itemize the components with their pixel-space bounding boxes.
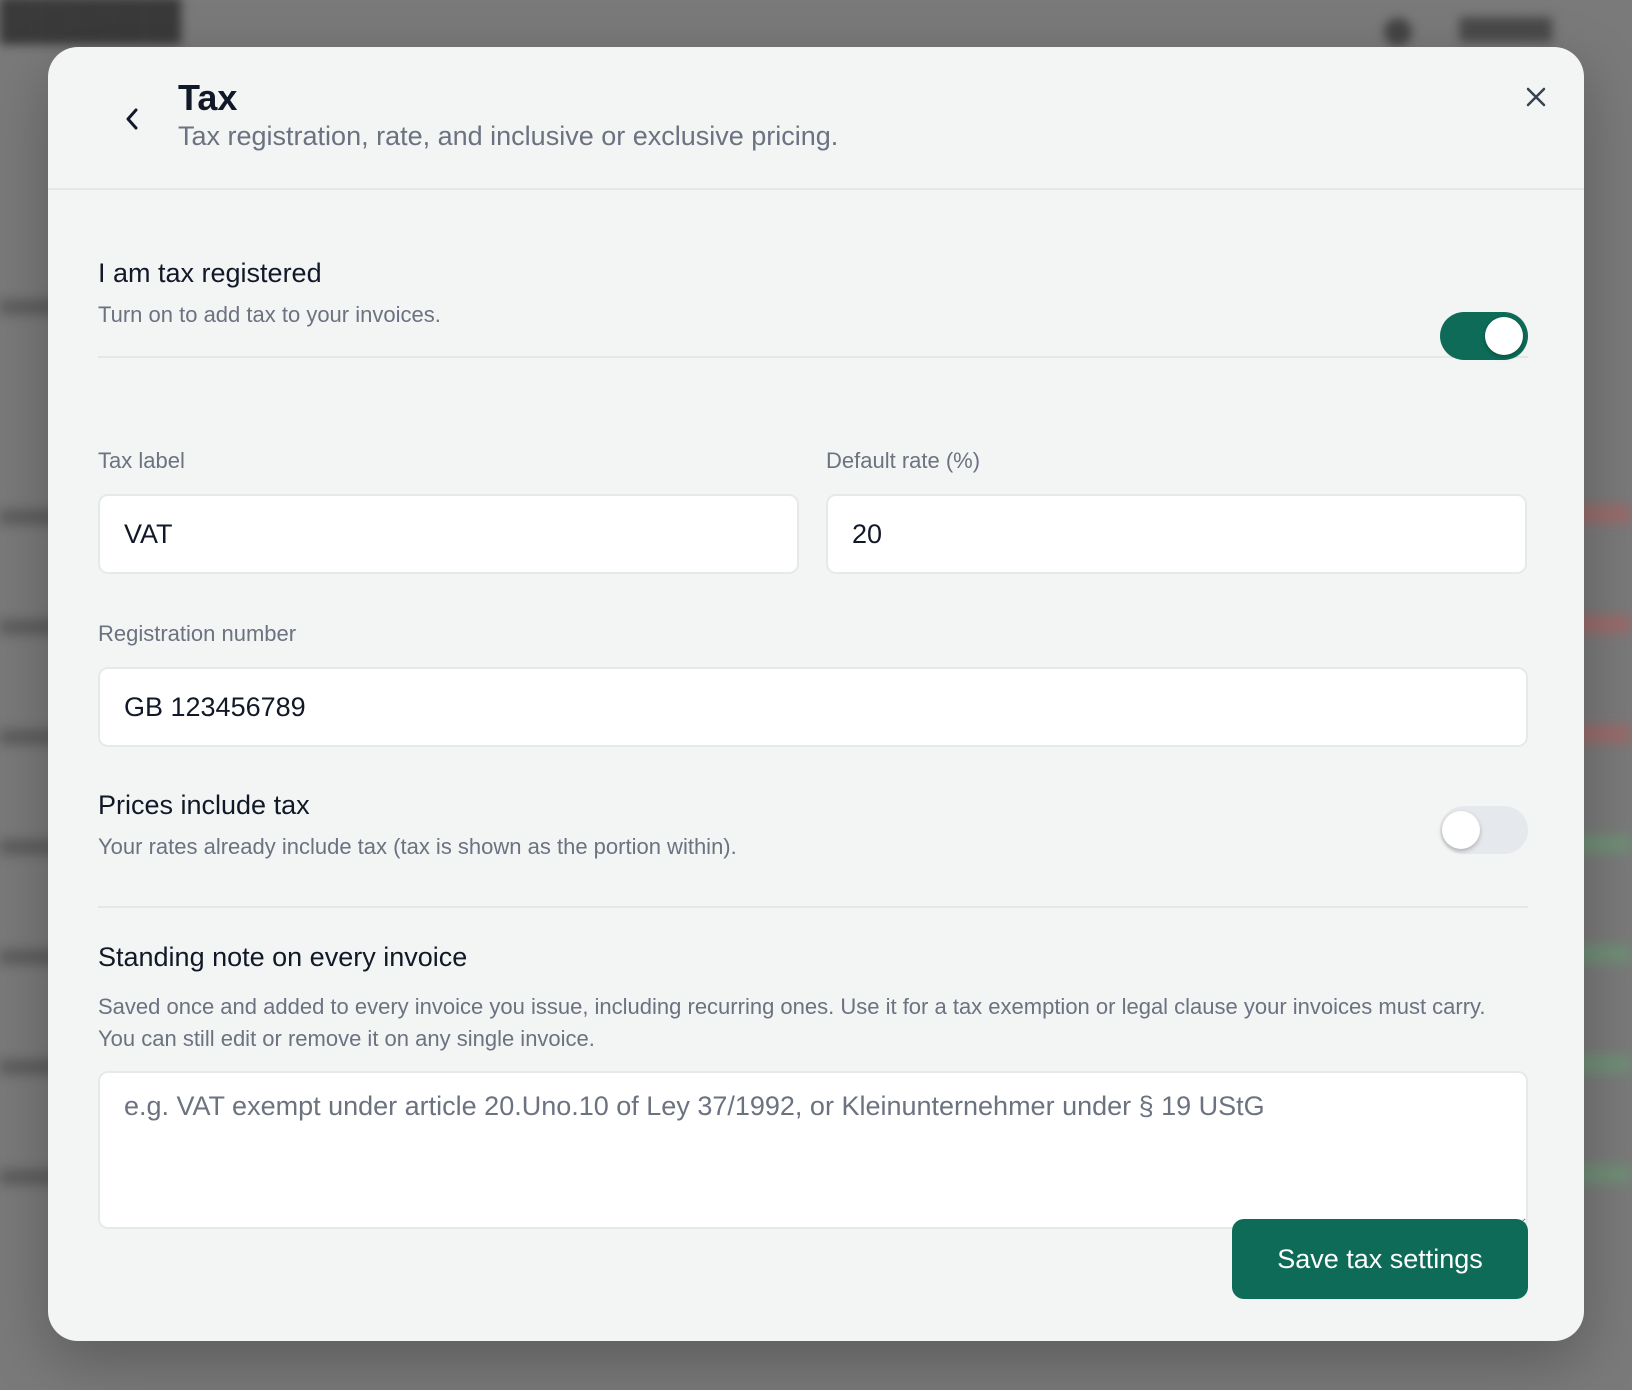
standing-note-group: Standing note on every invoice Saved onc…	[98, 942, 1528, 1234]
chevron-left-icon	[123, 106, 141, 137]
close-icon	[1524, 85, 1548, 114]
registration-number-label: Registration number	[98, 621, 297, 646]
modal-header: Tax Tax registration, rate, and inclusiv…	[48, 47, 1584, 190]
registration-number-input[interactable]: GB 123456789	[98, 667, 1528, 747]
modal-content: I am tax registered Turn on to add tax t…	[98, 190, 1528, 1229]
tax-registered-row: I am tax registered Turn on to add tax t…	[98, 190, 1528, 360]
background-settings-blurred: ▇▇▇▇▇	[1459, 15, 1552, 42]
standing-note-title: Standing note on every invoice	[98, 942, 468, 972]
prices-include-tax-title: Prices include tax	[98, 790, 310, 820]
modal-subtitle: Tax registration, rate, and inclusive or…	[178, 121, 839, 151]
toggle-knob	[1485, 317, 1523, 355]
default-rate-label: Default rate (%)	[826, 448, 981, 473]
tax-settings-modal: Tax Tax registration, rate, and inclusiv…	[48, 47, 1584, 1341]
prices-include-tax-row: Prices include tax Your rates already in…	[98, 790, 1528, 908]
tax-label-group: Tax label VAT	[98, 448, 799, 574]
modal-title: Tax	[178, 77, 238, 118]
save-tax-settings-button[interactable]: Save tax settings	[1232, 1219, 1528, 1299]
standing-note-textarea[interactable]	[98, 1071, 1528, 1229]
tax-registered-toggle[interactable]	[1440, 312, 1528, 360]
default-rate-input[interactable]: 20	[826, 494, 1527, 574]
registration-number-group: Registration number GB 123456789	[98, 621, 1528, 747]
background-title-blurred: ▇▇▇▇▇	[0, 0, 182, 43]
prices-include-tax-description: Your rates already include tax (tax is s…	[98, 834, 737, 859]
tax-label-label: Tax label	[98, 448, 185, 473]
prices-include-tax-toggle[interactable]	[1440, 806, 1528, 854]
tax-label-input[interactable]: VAT	[98, 494, 799, 574]
standing-note-description: Saved once and added to every invoice yo…	[98, 994, 1486, 1051]
background-gear-icon	[1384, 18, 1412, 46]
default-rate-group: Default rate (%) 20	[826, 448, 1527, 574]
tax-registered-description: Turn on to add tax to your invoices.	[98, 302, 441, 327]
tax-registered-title: I am tax registered	[98, 258, 322, 288]
close-button[interactable]	[1514, 77, 1558, 121]
toggle-knob	[1442, 811, 1480, 849]
back-button[interactable]	[112, 101, 152, 141]
